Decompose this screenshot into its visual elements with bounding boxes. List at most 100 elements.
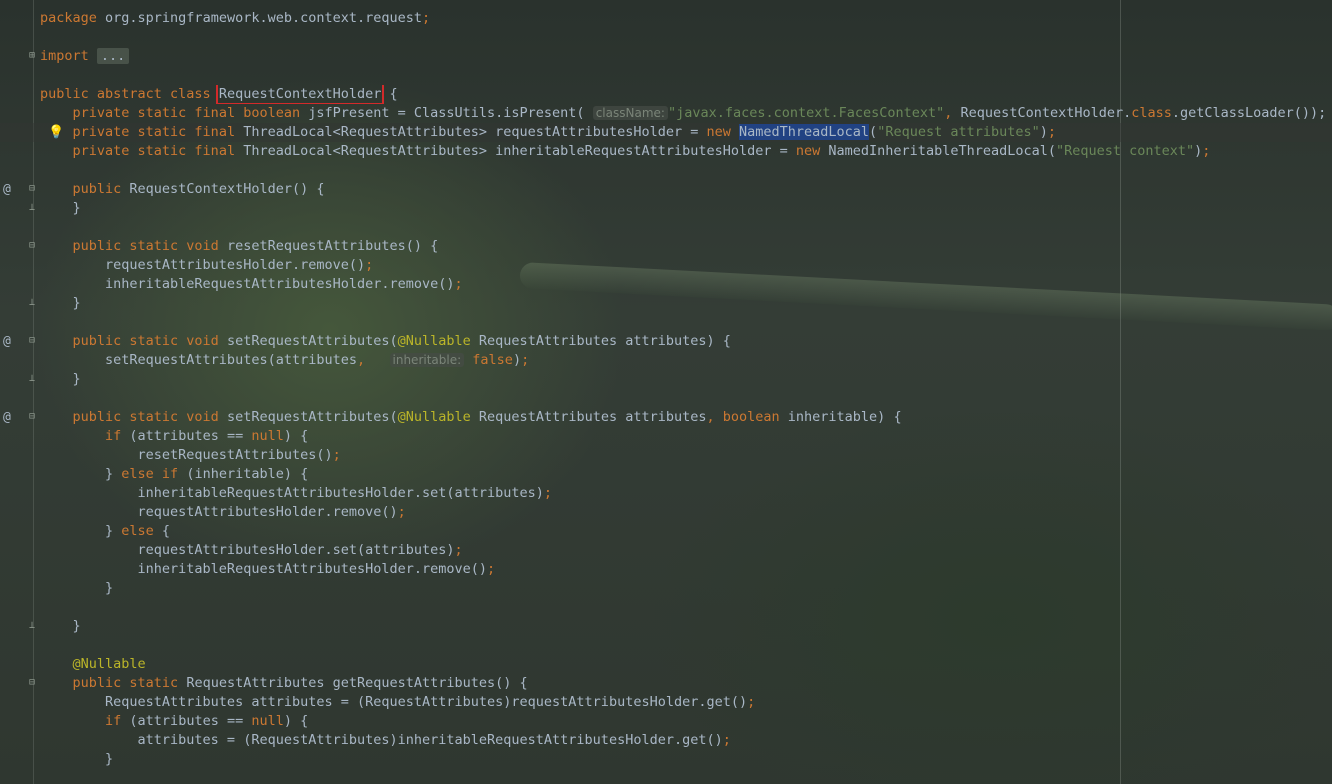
code-text: } else {: [40, 522, 170, 541]
fold-collapse-icon[interactable]: ⊟: [27, 336, 37, 346]
code-token: false: [464, 352, 513, 368]
fold-collapse-icon[interactable]: ⊟: [27, 678, 37, 688]
code-token: setRequestAttributes(attributes: [40, 352, 357, 368]
code-text: attributes = (RequestAttributes)inherita…: [40, 731, 731, 750]
fold-collapse-icon[interactable]: ⊥: [27, 374, 37, 384]
code-line[interactable]: RequestAttributes attributes = (RequestA…: [0, 693, 1332, 712]
code-token: requestAttributesHolder.remove(): [40, 504, 398, 520]
code-text: inheritableRequestAttributesHolder.remov…: [40, 560, 496, 579]
code-token: @Nullable: [397, 333, 479, 349]
code-token: "javax.faces.context.FacesContext": [667, 105, 945, 121]
code-line[interactable]: ⊟ public static RequestAttributes getReq…: [0, 674, 1332, 693]
code-line[interactable]: private static final boolean jsfPresent …: [0, 104, 1332, 123]
code-text: setRequestAttributes(attributes, inherit…: [40, 351, 529, 370]
code-line[interactable]: }: [0, 579, 1332, 598]
code-token: ;: [747, 694, 756, 710]
fold-expand-icon[interactable]: ⊞: [27, 51, 37, 61]
code-token: }: [40, 295, 81, 311]
code-token: public static void: [72, 333, 227, 349]
fold-collapse-icon[interactable]: ⊟: [27, 241, 37, 251]
code-text: import ...: [40, 47, 130, 66]
code-token: {: [381, 86, 398, 102]
folded-imports[interactable]: ...: [96, 48, 130, 64]
code-token: resetRequestAttributes() {: [226, 238, 439, 254]
code-line[interactable]: inheritableRequestAttributesHolder.remov…: [0, 275, 1332, 294]
code-token: ) {: [283, 713, 309, 729]
code-text: public static void resetRequestAttribute…: [40, 237, 439, 256]
code-line[interactable]: } else if (inheritable) {: [0, 465, 1332, 484]
code-token: else if: [121, 466, 187, 482]
code-token: package: [40, 10, 106, 26]
code-token: inheritableRequestAttributesHolder.remov…: [40, 276, 455, 292]
code-token: jsfPresent = ClassUtils.isPresent(: [308, 105, 593, 121]
code-line[interactable]: ⊥ }: [0, 370, 1332, 389]
code-token: ) {: [283, 428, 309, 444]
code-token: null: [251, 428, 284, 444]
code-token: }: [40, 523, 122, 539]
code-token: ;: [1202, 143, 1211, 159]
code-line[interactable]: ⊥ }: [0, 617, 1332, 636]
code-line[interactable]: @ ⊟ public static void setRequestAttribut…: [0, 332, 1332, 351]
code-line[interactable]: ⊥ }: [0, 199, 1332, 218]
code-token: public: [72, 181, 130, 197]
code-token: inheritableRequestAttributesHolder.set(a…: [40, 485, 544, 501]
code-token: null: [251, 713, 284, 729]
code-line[interactable]: }: [0, 750, 1332, 769]
code-editor[interactable]: package org.springframework.web.context.…: [0, 0, 1332, 784]
fold-collapse-icon[interactable]: ⊟: [27, 412, 37, 422]
code-text: }: [40, 294, 81, 313]
fold-collapse-icon[interactable]: ⊟: [27, 184, 37, 194]
code-token: ;: [1047, 124, 1057, 140]
fold-collapse-icon[interactable]: ⊥: [27, 203, 37, 213]
code-line[interactable]: inheritableRequestAttributesHolder.set(a…: [0, 484, 1332, 503]
code-line[interactable]: @Nullable: [0, 655, 1332, 674]
fold-collapse-icon[interactable]: ⊥: [27, 298, 37, 308]
code-line[interactable]: requestAttributesHolder.remove();: [0, 503, 1332, 522]
code-line[interactable]: if (attributes == null) {: [0, 427, 1332, 446]
code-line[interactable]: ⊞ import ...: [0, 47, 1332, 66]
code-line[interactable]: setRequestAttributes(attributes, inherit…: [0, 351, 1332, 370]
code-line[interactable]: @ ⊟ public RequestContextHolder() {: [0, 180, 1332, 199]
code-line[interactable]: resetRequestAttributes();: [0, 446, 1332, 465]
code-line[interactable]: attributes = (RequestAttributes)inherita…: [0, 731, 1332, 750]
override-marker-icon[interactable]: @: [3, 180, 11, 199]
code-token: {: [161, 523, 171, 539]
code-token: ): [512, 352, 522, 368]
code-token: RequestAttributes attributes = (RequestA…: [40, 694, 748, 710]
code-line[interactable]: requestAttributesHolder.set(attributes);: [0, 541, 1332, 560]
code-text: }: [40, 579, 113, 598]
code-line[interactable]: @ ⊟ public static void setRequestAttribut…: [0, 408, 1332, 427]
code-line[interactable]: if (attributes == null) {: [0, 712, 1332, 731]
code-line[interactable]: public abstract class RequestContextHold…: [0, 85, 1332, 104]
code-token: "Request attributes": [877, 124, 1040, 140]
code-token: NamedInheritableThreadLocal(: [828, 143, 1056, 159]
code-line[interactable]: } else {: [0, 522, 1332, 541]
code-token: ;: [487, 561, 496, 577]
code-line[interactable]: requestAttributesHolder.remove();: [0, 256, 1332, 275]
code-line[interactable]: private static final ThreadLocal<Request…: [0, 142, 1332, 161]
code-line[interactable]: package org.springframework.web.context.…: [0, 9, 1332, 28]
code-line[interactable]: inheritableRequestAttributesHolder.remov…: [0, 560, 1332, 579]
code-token: requestAttributesHolder.set(attributes): [40, 542, 455, 558]
code-token: ThreadLocal<RequestAttributes> inheritab…: [243, 143, 796, 159]
code-token: ;: [722, 732, 731, 748]
code-token: if: [105, 428, 130, 444]
code-text: if (attributes == null) {: [40, 427, 308, 446]
code-text: }: [40, 750, 113, 769]
override-marker-icon[interactable]: @: [3, 332, 11, 351]
code-line[interactable]: 💡 private static final ThreadLocal<Reque…: [0, 123, 1332, 142]
code-line[interactable]: ⊟ public static void resetRequestAttribu…: [0, 237, 1332, 256]
code-token: "Request context": [1055, 143, 1195, 159]
code-token: inheritable) {: [787, 409, 902, 425]
fold-collapse-icon[interactable]: ⊥: [27, 621, 37, 631]
code-token: RequestContextHolder.: [960, 105, 1132, 121]
override-marker-icon[interactable]: @: [3, 408, 11, 427]
code-token: }: [40, 466, 122, 482]
code-line[interactable]: ⊥ }: [0, 294, 1332, 313]
code-token: }: [40, 618, 81, 634]
code-token: (: [869, 124, 878, 140]
